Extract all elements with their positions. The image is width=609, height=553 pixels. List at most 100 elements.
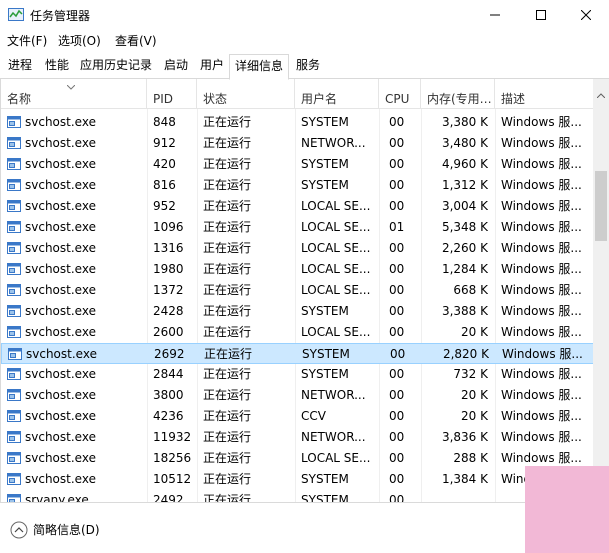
- table-header: 名称 PID 状态 用户名 CPU 内存(专用… 描述: [1, 79, 593, 109]
- column-header-status[interactable]: 状态: [197, 79, 295, 109]
- title-bar: 任务管理器: [0, 0, 609, 30]
- cell-pid: 2428: [153, 304, 184, 318]
- cell-cpu: 00: [389, 157, 405, 171]
- process-icon: [7, 179, 21, 191]
- cell-name: svchost.exe: [25, 115, 96, 129]
- maximize-button[interactable]: [518, 0, 564, 30]
- chevron-up-circle-icon[interactable]: [10, 521, 28, 539]
- cell-pid: 10512: [153, 472, 192, 486]
- cell-status: 正在运行: [203, 472, 252, 486]
- table-row[interactable]: svchost.exe 11932 正在运行 NETWOR... 00 3,836 K Wi…: [1, 427, 593, 448]
- tab-bar: 进程 性能 应用历史记录 启动 用户 详细信息 服务: [0, 50, 609, 80]
- cell-status: 正在运行: [203, 430, 252, 444]
- tab-startup[interactable]: 启动: [159, 54, 193, 79]
- table-row[interactable]: svchost.exe 848 正在运行 SYSTEM 00 3,380 K Windows…: [1, 112, 593, 133]
- process-icon: [7, 389, 21, 401]
- cell-name: svchost.exe: [25, 472, 96, 486]
- scroll-up-arrow-icon[interactable]: [597, 93, 605, 98]
- cell-name: svchost.exe: [25, 451, 96, 465]
- cell-cpu: 00: [389, 430, 405, 444]
- table-row[interactable]: svchost.exe 2692 正在运行 SYSTEM 00 2,820 K Window…: [1, 343, 593, 364]
- column-header-memory[interactable]: 内存(专用…: [421, 79, 495, 109]
- cell-memory: 20 K: [461, 388, 488, 402]
- column-header-cpu[interactable]: CPU: [379, 79, 421, 109]
- table-row[interactable]: svchost.exe 952 正在运行 LOCAL SE... 00 3,004 K Wi…: [1, 196, 593, 217]
- cell-username: SYSTEM: [301, 472, 349, 486]
- cell-description: Windows 服...: [501, 367, 582, 381]
- cell-description: Windows 服...: [501, 430, 582, 444]
- cell-description: Windows 服...: [501, 325, 582, 339]
- cell-name: svchost.exe: [25, 199, 96, 213]
- table-row[interactable]: svchost.exe 420 正在运行 SYSTEM 00 4,960 K Windows…: [1, 154, 593, 175]
- table-row[interactable]: svchost.exe 1096 正在运行 LOCAL SE... 01 5,348 K W…: [1, 217, 593, 238]
- cell-name: svchost.exe: [25, 241, 96, 255]
- table-row[interactable]: svchost.exe 2428 正在运行 SYSTEM 00 3,388 K Window…: [1, 301, 593, 322]
- cell-description: Windows 服...: [501, 178, 582, 192]
- cell-pid: 3800: [153, 388, 184, 402]
- cell-description: Windows 服...: [501, 388, 582, 402]
- table-row[interactable]: svchost.exe 1980 正在运行 LOCAL SE... 00 1,284 K W…: [1, 259, 593, 280]
- sort-descending-icon: [67, 85, 75, 90]
- cell-status: 正在运行: [203, 304, 252, 318]
- tab-processes[interactable]: 进程: [3, 54, 37, 79]
- scrollbar-thumb[interactable]: [595, 171, 607, 241]
- cell-status: 正在运行: [203, 493, 252, 502]
- column-header-pid[interactable]: PID: [147, 79, 197, 109]
- table-row[interactable]: svchost.exe 816 正在运行 SYSTEM 00 1,312 K Windows…: [1, 175, 593, 196]
- minimize-button[interactable]: [472, 0, 518, 30]
- table-row[interactable]: svchost.exe10512正在运行SYSTEM001,384 KWindo…: [1, 469, 593, 490]
- table-row[interactable]: svchost.exe 912 正在运行 NETWOR... 00 3,480 K Wind…: [1, 133, 593, 154]
- tab-details[interactable]: 详细信息: [229, 54, 290, 80]
- cell-status: 正在运行: [203, 367, 252, 381]
- cell-username: SYSTEM: [301, 367, 349, 381]
- fewer-details-link[interactable]: 简略信息(D): [33, 521, 100, 538]
- cell-pid: 18256: [153, 451, 192, 465]
- tab-app-history[interactable]: 应用历史记录: [75, 54, 157, 79]
- cell-username: NETWOR...: [301, 430, 366, 444]
- cell-status: 正在运行: [204, 347, 253, 361]
- table-row[interactable]: svchost.exe 2844 正在运行 SYSTEM 00 732 K Windows …: [1, 364, 593, 385]
- vertical-scrollbar[interactable]: [593, 79, 609, 502]
- cell-username: NETWOR...: [301, 136, 366, 150]
- column-header-name[interactable]: 名称: [1, 79, 147, 109]
- cell-memory: 3,388 K: [441, 304, 488, 318]
- close-button[interactable]: [563, 0, 609, 30]
- menu-view[interactable]: 查看(V): [115, 32, 157, 49]
- process-icon: [8, 348, 22, 360]
- table-row[interactable]: svchost.exe 3800 正在运行 NETWOR... 00 20 K Window…: [1, 385, 593, 406]
- process-icon: [7, 410, 21, 422]
- cell-memory: 20 K: [461, 325, 488, 339]
- tab-performance[interactable]: 性能: [40, 54, 74, 79]
- cell-name: svchost.exe: [25, 178, 96, 192]
- cell-username: LOCAL SE...: [301, 241, 371, 255]
- window-title: 任务管理器: [30, 9, 91, 23]
- column-header-username[interactable]: 用户名: [295, 79, 379, 109]
- menu-options[interactable]: 选项(O): [58, 32, 101, 49]
- process-icon: [7, 305, 21, 317]
- minimize-icon: [490, 14, 500, 16]
- cell-status: 正在运行: [203, 451, 252, 465]
- cell-name: svchost.exe: [25, 304, 96, 318]
- cell-cpu: 00: [389, 409, 405, 423]
- table-row[interactable]: svchost.exe 2600 正在运行 LOCAL SE... 00 20 K Wind…: [1, 322, 593, 343]
- cell-username: LOCAL SE...: [301, 262, 371, 276]
- menu-file[interactable]: 文件(F): [7, 32, 47, 49]
- table-row[interactable]: srvany.exe 2492 正在运行 SYSTEM 00: [1, 490, 593, 502]
- cell-pid: 912: [153, 136, 176, 150]
- tab-services[interactable]: 服务: [291, 54, 325, 79]
- tab-users[interactable]: 用户: [195, 54, 229, 79]
- table-row[interactable]: svchost.exe 1316 正在运行 LOCAL SE... 00 2,260 K W…: [1, 238, 593, 259]
- table-row[interactable]: svchost.exe 18256 正在运行 LOCAL SE... 00 288 K Wi…: [1, 448, 593, 469]
- column-header-description[interactable]: 描述: [495, 79, 593, 109]
- cell-cpu: 00: [389, 472, 405, 486]
- cell-description: Windows 服...: [501, 157, 582, 171]
- cell-memory: 2,260 K: [441, 241, 488, 255]
- cell-username: SYSTEM: [301, 178, 349, 192]
- table-row[interactable]: svchost.exe 1372 正在运行 LOCAL SE... 00 668 K Win…: [1, 280, 593, 301]
- table-row[interactable]: svchost.exe 4236 正在运行 CCV 00 20 K Windows 服...: [1, 406, 593, 427]
- cell-status: 正在运行: [203, 409, 252, 423]
- cell-memory: 4,960 K: [441, 157, 488, 171]
- cell-description: Windows 服...: [501, 241, 582, 255]
- cell-name: svchost.exe: [26, 347, 97, 361]
- process-icon: [7, 431, 21, 443]
